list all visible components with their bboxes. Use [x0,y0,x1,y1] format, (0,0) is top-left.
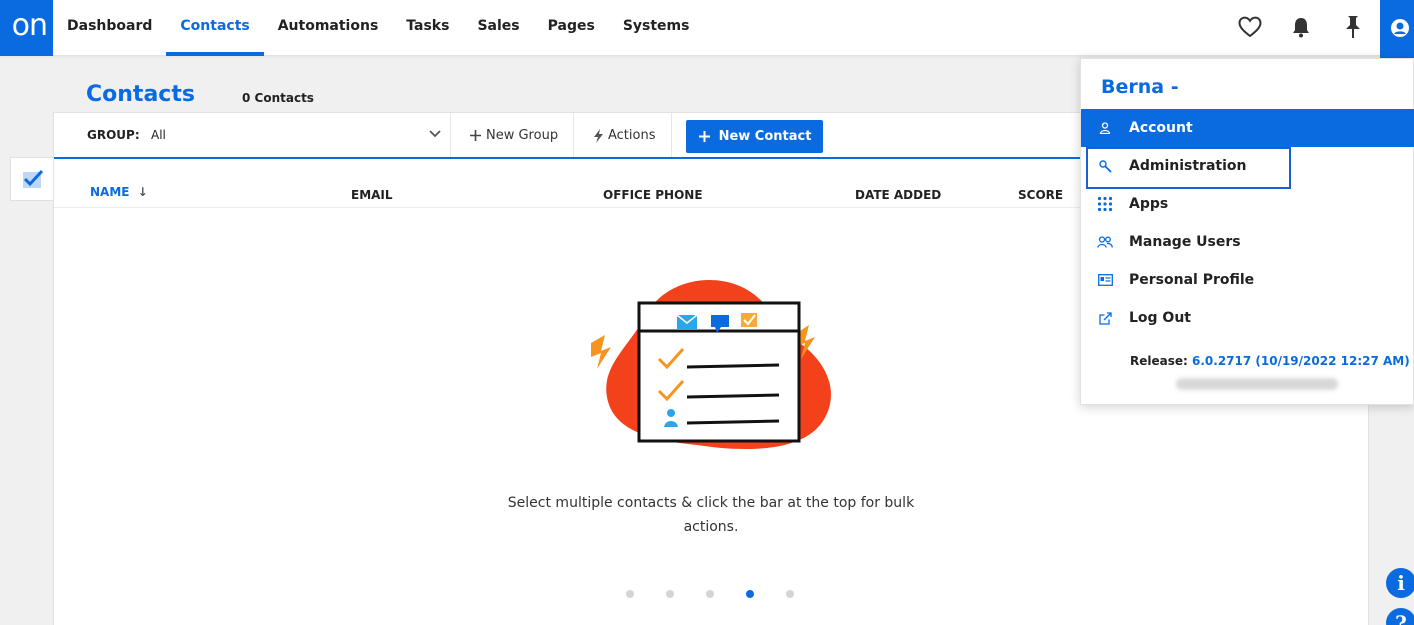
tasks-side-tab[interactable] [10,157,54,201]
carousel-dot[interactable] [666,590,674,598]
checklist-icon [22,169,43,188]
nav-item-systems[interactable]: Systems [609,0,704,56]
menu-item-administration[interactable]: Administration [1081,147,1414,185]
users-icon [1097,236,1113,248]
release-version: 6.0.2717 (10/19/2022 12:27 AM) [1192,354,1410,368]
sort-arrow-icon: ↓ [137,185,148,199]
pin-icon[interactable] [1340,14,1366,40]
menu-item-personal-profile[interactable]: Personal Profile [1081,261,1414,299]
contact-count: 0 Contacts [242,91,314,105]
user-menu-tab[interactable] [1380,0,1414,70]
grid-icon [1097,196,1113,212]
menu-item-log-out[interactable]: Log Out [1081,299,1414,337]
bell-icon[interactable] [1288,14,1314,40]
empty-state-message: Select multiple contacts & click the bar… [507,495,915,535]
chevron-down-icon[interactable] [428,127,442,141]
help-icon[interactable]: ? [1386,608,1414,625]
menu-item-account[interactable]: Account [1081,109,1414,147]
carousel-dot-active[interactable] [746,590,754,598]
toolbar-divider [573,113,574,157]
carousel-dot[interactable] [626,590,634,598]
menu-item-apps[interactable]: Apps [1081,185,1414,223]
column-header-office-phone[interactable]: OFFICE PHONE [603,188,703,202]
column-header-score[interactable]: SCORE [1018,188,1063,202]
id-card-icon [1097,274,1113,286]
app-logo[interactable]: on [0,0,53,56]
menu-item-manage-users[interactable]: Manage Users [1081,223,1414,261]
external-link-icon [1098,311,1112,325]
carousel-dot[interactable] [706,590,714,598]
group-label: GROUP: [87,128,140,142]
person-icon [1099,122,1111,134]
plus-icon [470,130,481,141]
top-navigation-bar: on Dashboard Contacts Automations Tasks … [0,0,1414,70]
wrench-icon [1098,159,1112,173]
nav-item-sales[interactable]: Sales [463,0,533,56]
plus-icon [698,131,710,142]
user-menu-dropdown: Berna - Account Administration Apps Mana… [1080,58,1414,405]
actions-button[interactable]: Actions [593,128,656,143]
column-header-email[interactable]: EMAIL [351,188,393,202]
actions-label: Actions [608,128,656,143]
toolbar-divider [450,113,451,157]
page-title: Contacts [86,82,195,107]
new-group-button[interactable]: New Group [469,128,558,143]
group-select[interactable]: All [151,128,166,142]
redacted-text [1176,378,1338,390]
carousel-dots [626,590,794,598]
empty-state-illustration [591,280,831,450]
carousel-dot[interactable] [786,590,794,598]
user-name: Berna - [1101,76,1179,98]
nav-item-dashboard[interactable]: Dashboard [53,0,166,56]
column-header-name[interactable]: NAME ↓ [90,185,148,199]
nav-item-automations[interactable]: Automations [264,0,393,56]
heart-icon[interactable] [1237,14,1263,40]
toolbar-divider [671,113,672,157]
column-header-date-added[interactable]: DATE ADDED [855,188,941,202]
main-nav: Dashboard Contacts Automations Tasks Sal… [53,0,703,56]
info-icon[interactable]: i [1386,568,1414,598]
nav-item-pages[interactable]: Pages [534,0,609,56]
new-contact-label: New Contact [718,129,812,144]
new-contact-button[interactable]: New Contact [686,120,823,153]
nav-item-tasks[interactable]: Tasks [392,0,463,56]
new-group-label: New Group [486,128,559,143]
lightning-icon [594,128,603,143]
nav-item-contacts[interactable]: Contacts [166,0,264,56]
user-icon [1391,19,1409,37]
release-info: Release: 6.0.2717 (10/19/2022 12:27 AM) [1130,354,1410,368]
